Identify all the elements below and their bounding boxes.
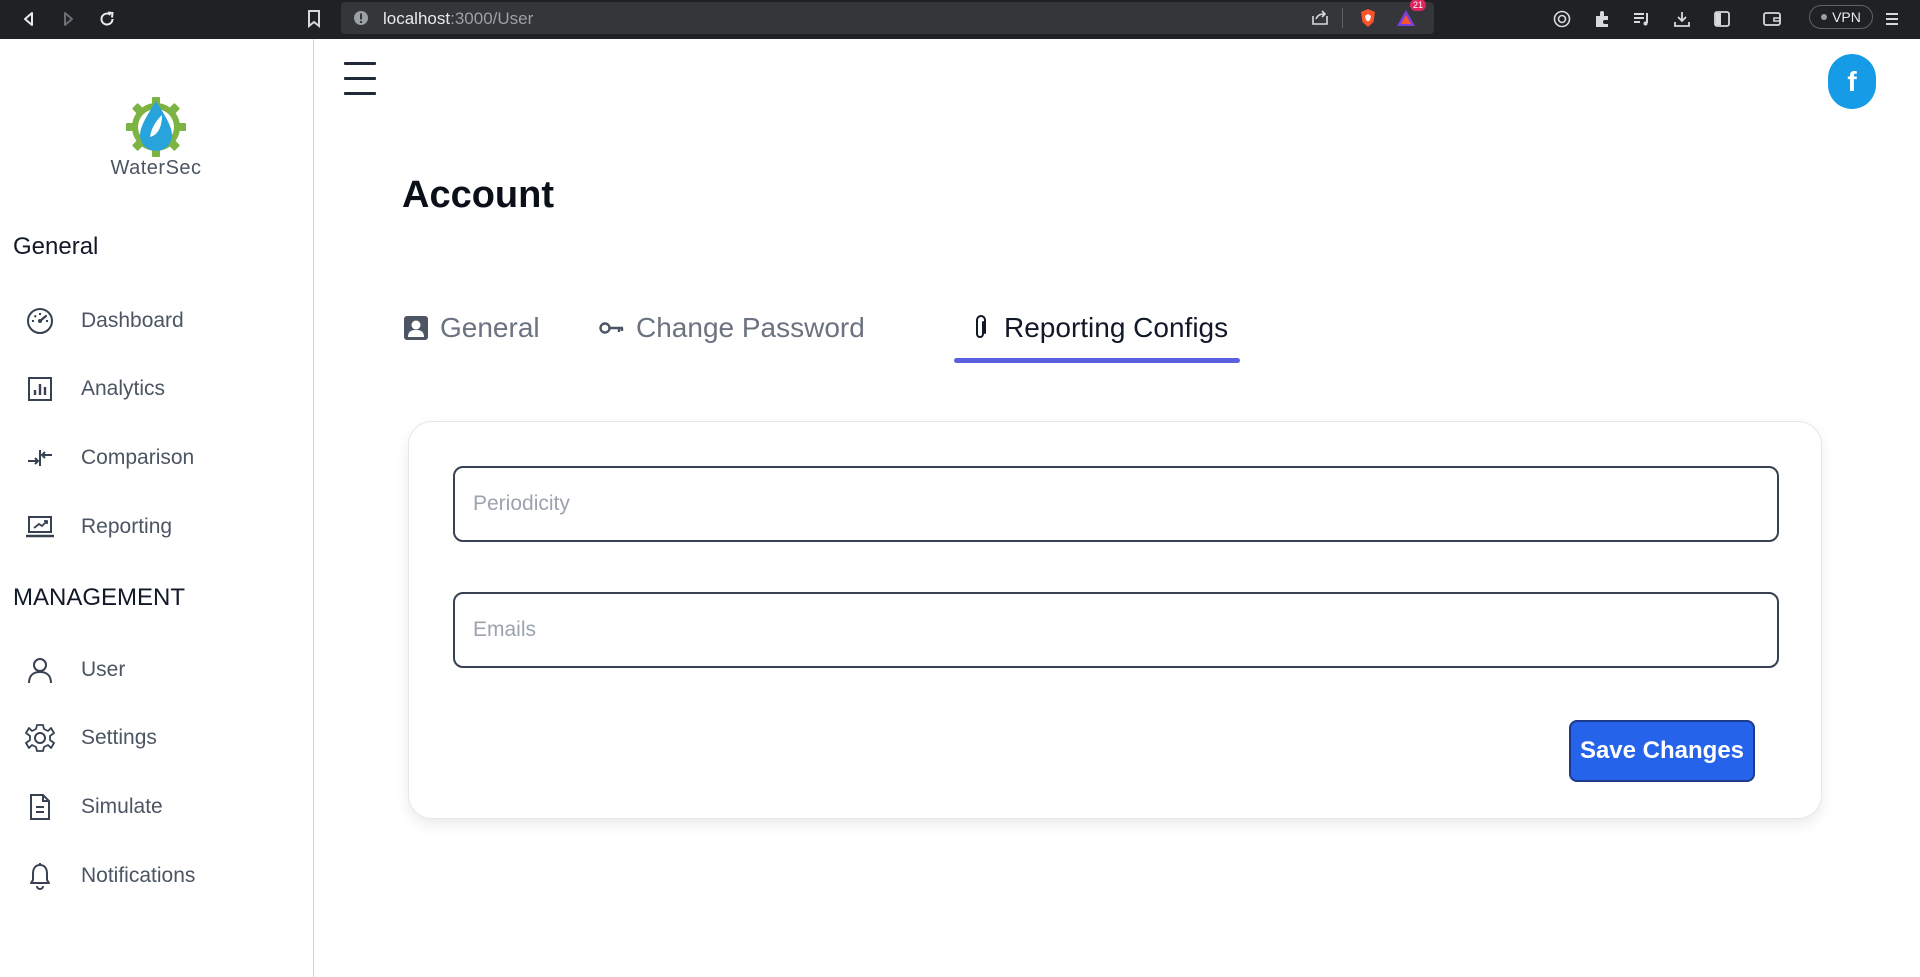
sidebar-item-label: Reporting bbox=[81, 515, 173, 538]
logo-text: WaterSec bbox=[110, 157, 202, 179]
tab-label: Change Password bbox=[636, 312, 865, 343]
site-info-icon[interactable] bbox=[353, 10, 369, 26]
hamburger-menu-icon[interactable] bbox=[344, 60, 380, 98]
extensions-icon[interactable] bbox=[1587, 4, 1617, 34]
hamburger-line bbox=[344, 62, 376, 65]
sidebar-item-reporting[interactable]: Reporting bbox=[0, 499, 313, 555]
section-title-general: General bbox=[13, 233, 99, 260]
url-divider bbox=[1342, 8, 1343, 28]
hamburger-line bbox=[344, 77, 376, 80]
sidebar-item-comparison[interactable]: Comparison bbox=[0, 430, 313, 486]
sidebar-item-user[interactable]: User bbox=[0, 642, 313, 698]
periodicity-field[interactable] bbox=[453, 466, 1779, 542]
rewards-icon[interactable]: 21 bbox=[1391, 0, 1426, 33]
page-title: Account bbox=[402, 174, 554, 216]
sidebar-item-label: Comparison bbox=[81, 446, 195, 469]
analytics-chart-icon bbox=[25, 374, 55, 404]
avatar[interactable]: f bbox=[1828, 54, 1876, 109]
key-icon bbox=[598, 314, 626, 342]
document-icon bbox=[25, 792, 55, 822]
bell-icon bbox=[25, 861, 55, 891]
sidebar-item-label: Settings bbox=[81, 726, 157, 749]
share-icon[interactable] bbox=[1305, 3, 1335, 33]
profile-card-icon bbox=[402, 314, 430, 342]
sidebar-toggle-icon[interactable] bbox=[1707, 4, 1737, 34]
rewards-badge: 21 bbox=[1409, 0, 1426, 11]
reporting-laptop-icon bbox=[25, 512, 55, 542]
watersec-logo-icon bbox=[126, 97, 186, 157]
sidebar-item-label: Dashboard bbox=[81, 309, 184, 332]
address-bar[interactable]: localhost:3000/User 21 bbox=[341, 0, 1434, 34]
sidebar-item-dashboard[interactable]: Dashboard bbox=[0, 293, 313, 349]
wallet-icon[interactable] bbox=[1757, 4, 1787, 34]
sidebar-item-label: Analytics bbox=[81, 377, 166, 400]
paperclip-icon bbox=[966, 314, 994, 342]
gear-icon bbox=[25, 723, 55, 753]
sidebar-item-label: Notifications bbox=[81, 864, 196, 887]
hamburger-line bbox=[344, 92, 376, 95]
url-text: localhost:3000/User bbox=[383, 9, 533, 29]
menu-icon[interactable] bbox=[1877, 4, 1907, 34]
vpn-label: VPN bbox=[1832, 9, 1861, 25]
playlist-icon[interactable] bbox=[1627, 4, 1657, 34]
vpn-status-dot bbox=[1821, 14, 1828, 20]
download-icon[interactable] bbox=[1667, 4, 1697, 34]
brave-shield-icon[interactable] bbox=[1353, 3, 1383, 33]
account-tabs: General Change Password Reporting Config… bbox=[402, 297, 1402, 363]
vpn-button[interactable]: VPN bbox=[1809, 5, 1873, 29]
bookmark-icon[interactable] bbox=[299, 4, 329, 34]
reload-icon[interactable] bbox=[92, 4, 122, 34]
url-path: :3000/User bbox=[450, 9, 534, 28]
dashboard-gauge-icon bbox=[25, 306, 55, 336]
tab-change-password[interactable]: Change Password bbox=[598, 297, 865, 359]
sidebar-item-notifications[interactable]: Notifications bbox=[0, 848, 313, 904]
main-content: f Account General Change Password Report… bbox=[314, 39, 1920, 977]
back-icon[interactable] bbox=[14, 4, 44, 34]
sidebar-item-label: User bbox=[81, 658, 126, 681]
forward-icon[interactable] bbox=[53, 4, 83, 34]
url-host: localhost bbox=[383, 9, 451, 28]
browser-toolbar: localhost:3000/User 21 VPN bbox=[0, 0, 1920, 39]
sidebar-item-settings[interactable]: Settings bbox=[0, 710, 313, 766]
media-icon[interactable] bbox=[1547, 4, 1577, 34]
sidebar: WaterSec General Dashboard Analytics Com… bbox=[0, 39, 314, 977]
tab-label: General bbox=[440, 312, 540, 343]
tab-general[interactable]: General bbox=[402, 297, 540, 359]
sidebar-item-simulate[interactable]: Simulate bbox=[0, 779, 313, 835]
watersec-logo[interactable]: WaterSec bbox=[100, 97, 212, 183]
emails-field[interactable] bbox=[453, 592, 1779, 668]
reporting-configs-card: Save Changes bbox=[408, 421, 1822, 819]
save-changes-button[interactable]: Save Changes bbox=[1569, 720, 1755, 782]
active-tab-indicator bbox=[954, 358, 1241, 363]
section-title-management: MANAGEMENT bbox=[13, 584, 186, 611]
user-icon bbox=[25, 655, 55, 685]
comparison-arrows-icon bbox=[25, 443, 55, 473]
tab-label: Reporting Configs bbox=[1004, 312, 1229, 343]
sidebar-item-label: Simulate bbox=[81, 795, 163, 818]
tab-reporting-configs[interactable]: Reporting Configs bbox=[954, 297, 1241, 363]
sidebar-item-analytics[interactable]: Analytics bbox=[0, 361, 313, 417]
